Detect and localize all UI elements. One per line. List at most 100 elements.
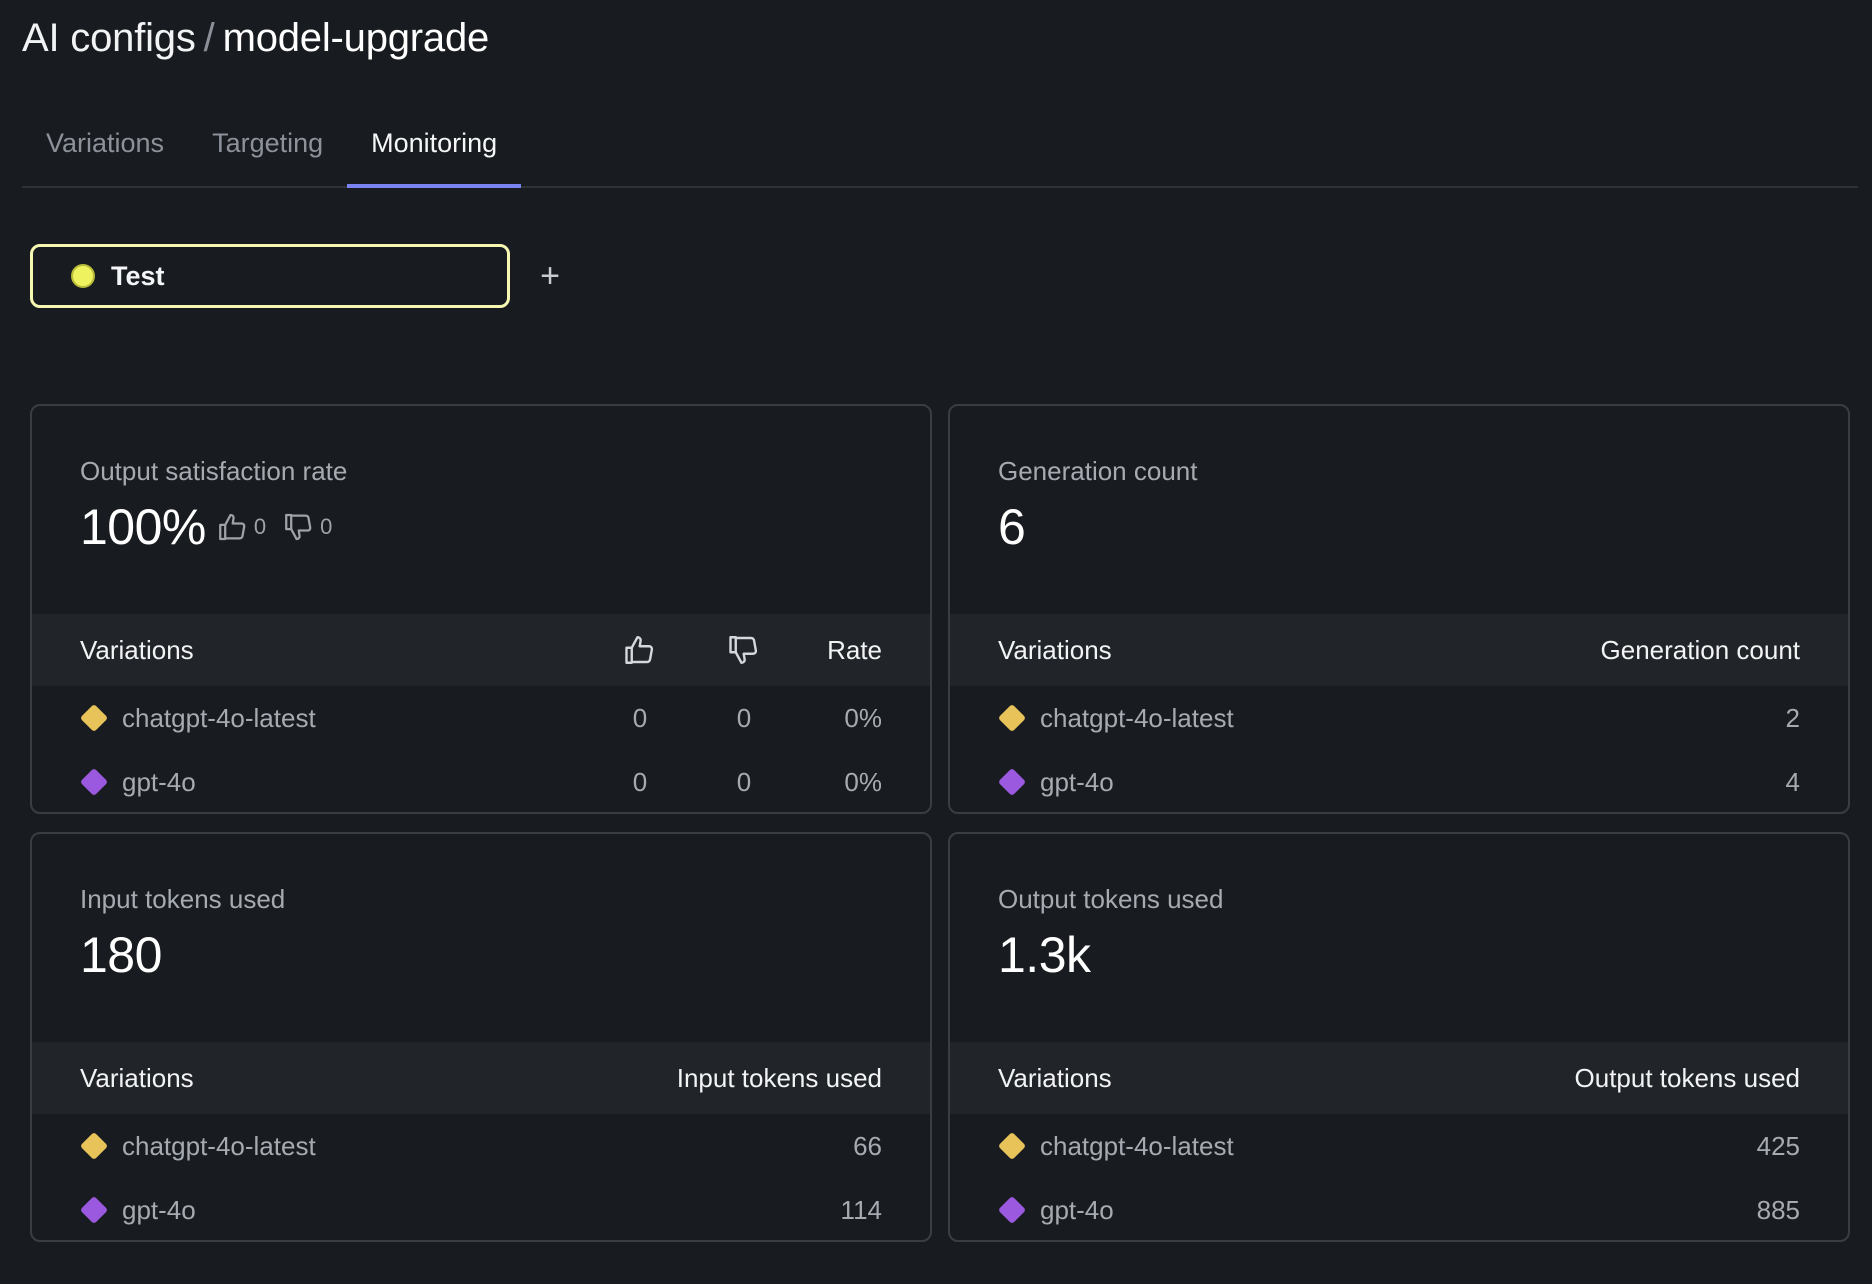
table-header: Variations Output tokens used	[950, 1042, 1848, 1114]
table-header: Variations Rate	[32, 614, 930, 686]
thumbs-down-cell: 0	[736, 766, 752, 797]
table-row: gpt-4o 4	[950, 750, 1848, 812]
column-header-variations: Variations	[998, 634, 1112, 665]
table-row: chatgpt-4o-latest 0 0 0%	[32, 686, 930, 750]
column-header-generation-count: Generation count	[1600, 634, 1800, 665]
column-header-input-tokens: Input tokens used	[676, 1062, 882, 1093]
variation-diamond-icon	[79, 1195, 109, 1225]
variation-name: gpt-4o	[1040, 766, 1114, 797]
environment-selector[interactable]: Test	[30, 244, 510, 308]
add-environment-button[interactable]: +	[532, 254, 568, 298]
input-tokens-cell: 114	[840, 1194, 882, 1225]
variation-diamond-icon	[997, 1131, 1027, 1161]
breadcrumb: AI configs / model-upgrade	[22, 12, 489, 64]
thumbs-down-icon	[729, 636, 758, 664]
metric-label: Output tokens used	[998, 884, 1224, 914]
table-row: gpt-4o 885	[950, 1178, 1848, 1240]
environment-label: Test	[111, 260, 165, 291]
thumbs-up-summary: 0	[216, 510, 266, 544]
output-tokens-cell: 425	[1756, 1130, 1800, 1161]
thumbs-up-count: 0	[253, 514, 267, 539]
table-row: gpt-4o 0 0 0%	[32, 750, 930, 812]
column-header-variations: Variations	[998, 1062, 1112, 1093]
tab-bar: Variations Targeting Monitoring	[22, 118, 1858, 188]
metric-value: 180	[80, 927, 162, 983]
generation-count-card: Generation count 6 Variations Generation…	[948, 404, 1850, 814]
table-header: Variations Generation count	[950, 614, 1848, 686]
output-tokens-table: Variations Output tokens used chatgpt-4o…	[950, 1042, 1848, 1240]
variation-cell: gpt-4o	[997, 1194, 1757, 1226]
variation-cell: chatgpt-4o-latest	[997, 702, 1786, 734]
generation-count-cell: 2	[1785, 702, 1800, 733]
output-tokens-cell: 885	[1756, 1194, 1800, 1225]
metric-value: 6	[998, 499, 1026, 555]
table-row: chatgpt-4o-latest 66	[32, 1114, 930, 1178]
variation-cell: gpt-4o	[79, 766, 610, 798]
variation-name: gpt-4o	[122, 766, 196, 797]
column-header-rate: Rate	[827, 634, 882, 665]
variation-name: chatgpt-4o-latest	[122, 702, 316, 733]
thumbs-up-cell: 0	[632, 766, 648, 797]
rate-cell: 0%	[844, 766, 882, 797]
generation-count-cell: 4	[1785, 766, 1800, 797]
column-header-thumbs-up	[610, 632, 670, 668]
tab-targeting[interactable]: Targeting	[188, 118, 347, 186]
input-tokens-card: Input tokens used 180 Variations Input t…	[30, 832, 932, 1242]
thumbs-up-icon	[219, 513, 246, 541]
metric-summary: 1.3k	[998, 924, 1091, 986]
environment-color-dot	[71, 264, 95, 288]
variation-diamond-icon	[79, 1131, 109, 1161]
column-header-thumbs-down	[714, 632, 774, 668]
variation-cell: chatgpt-4o-latest	[79, 702, 610, 734]
satisfaction-rate-card: Output satisfaction rate 100% 0 0 Variat…	[30, 404, 932, 814]
column-header-output-tokens: Output tokens used	[1574, 1062, 1800, 1093]
variation-diamond-icon	[79, 703, 109, 733]
variation-cell: gpt-4o	[997, 766, 1786, 798]
input-tokens-cell: 66	[853, 1130, 882, 1161]
table-header: Variations Input tokens used	[32, 1042, 930, 1114]
thumbs-down-count: 0	[320, 514, 333, 539]
breadcrumb-parent-link[interactable]: AI configs	[22, 16, 196, 60]
tab-variations[interactable]: Variations	[22, 118, 188, 186]
variation-diamond-icon	[997, 703, 1027, 733]
variation-cell: gpt-4o	[79, 1194, 841, 1226]
variation-cell: chatgpt-4o-latest	[79, 1130, 853, 1162]
satisfaction-table: Variations Rate chatgpt-4o-latest 0 0 0%	[32, 614, 930, 812]
column-header-variations: Variations	[80, 634, 194, 665]
table-row: chatgpt-4o-latest 2	[950, 686, 1848, 750]
variation-name: gpt-4o	[122, 1194, 196, 1225]
output-tokens-card: Output tokens used 1.3k Variations Outpu…	[948, 832, 1850, 1242]
table-row: gpt-4o 114	[32, 1178, 930, 1240]
variation-name: chatgpt-4o-latest	[1040, 1130, 1234, 1161]
thumbs-up-icon	[625, 636, 654, 664]
variation-name: gpt-4o	[1040, 1194, 1114, 1225]
metric-label: Input tokens used	[80, 884, 286, 914]
thumbs-down-icon	[285, 513, 312, 541]
breadcrumb-separator: /	[203, 16, 215, 60]
rate-cell: 0%	[844, 702, 882, 733]
metric-summary: 6	[998, 496, 1026, 558]
input-tokens-table: Variations Input tokens used chatgpt-4o-…	[32, 1042, 930, 1240]
metric-summary: 100% 0 0	[80, 496, 332, 558]
generation-table: Variations Generation count chatgpt-4o-l…	[950, 614, 1848, 812]
page-title: model-upgrade	[222, 16, 490, 60]
variation-name: chatgpt-4o-latest	[122, 1130, 316, 1161]
variation-name: chatgpt-4o-latest	[1040, 702, 1234, 733]
variation-diamond-icon	[997, 1195, 1027, 1225]
thumbs-down-summary: 0	[282, 510, 332, 544]
tab-monitoring[interactable]: Monitoring	[347, 118, 522, 188]
variation-diamond-icon	[79, 767, 109, 797]
thumbs-down-cell: 0	[736, 702, 752, 733]
metric-label: Generation count	[998, 456, 1198, 486]
metric-label: Output satisfaction rate	[80, 456, 348, 486]
variation-diamond-icon	[997, 767, 1027, 797]
metric-summary: 180	[80, 924, 162, 986]
variation-cell: chatgpt-4o-latest	[997, 1130, 1757, 1162]
metric-value: 100%	[80, 499, 206, 555]
table-row: chatgpt-4o-latest 425	[950, 1114, 1848, 1178]
ai-config-monitoring-page: AI configs / model-upgrade Variations Targ…	[0, 0, 1872, 1284]
metric-value: 1.3k	[998, 927, 1091, 983]
column-header-variations: Variations	[80, 1062, 194, 1093]
thumbs-up-cell: 0	[632, 702, 648, 733]
plus-icon: +	[540, 257, 560, 295]
